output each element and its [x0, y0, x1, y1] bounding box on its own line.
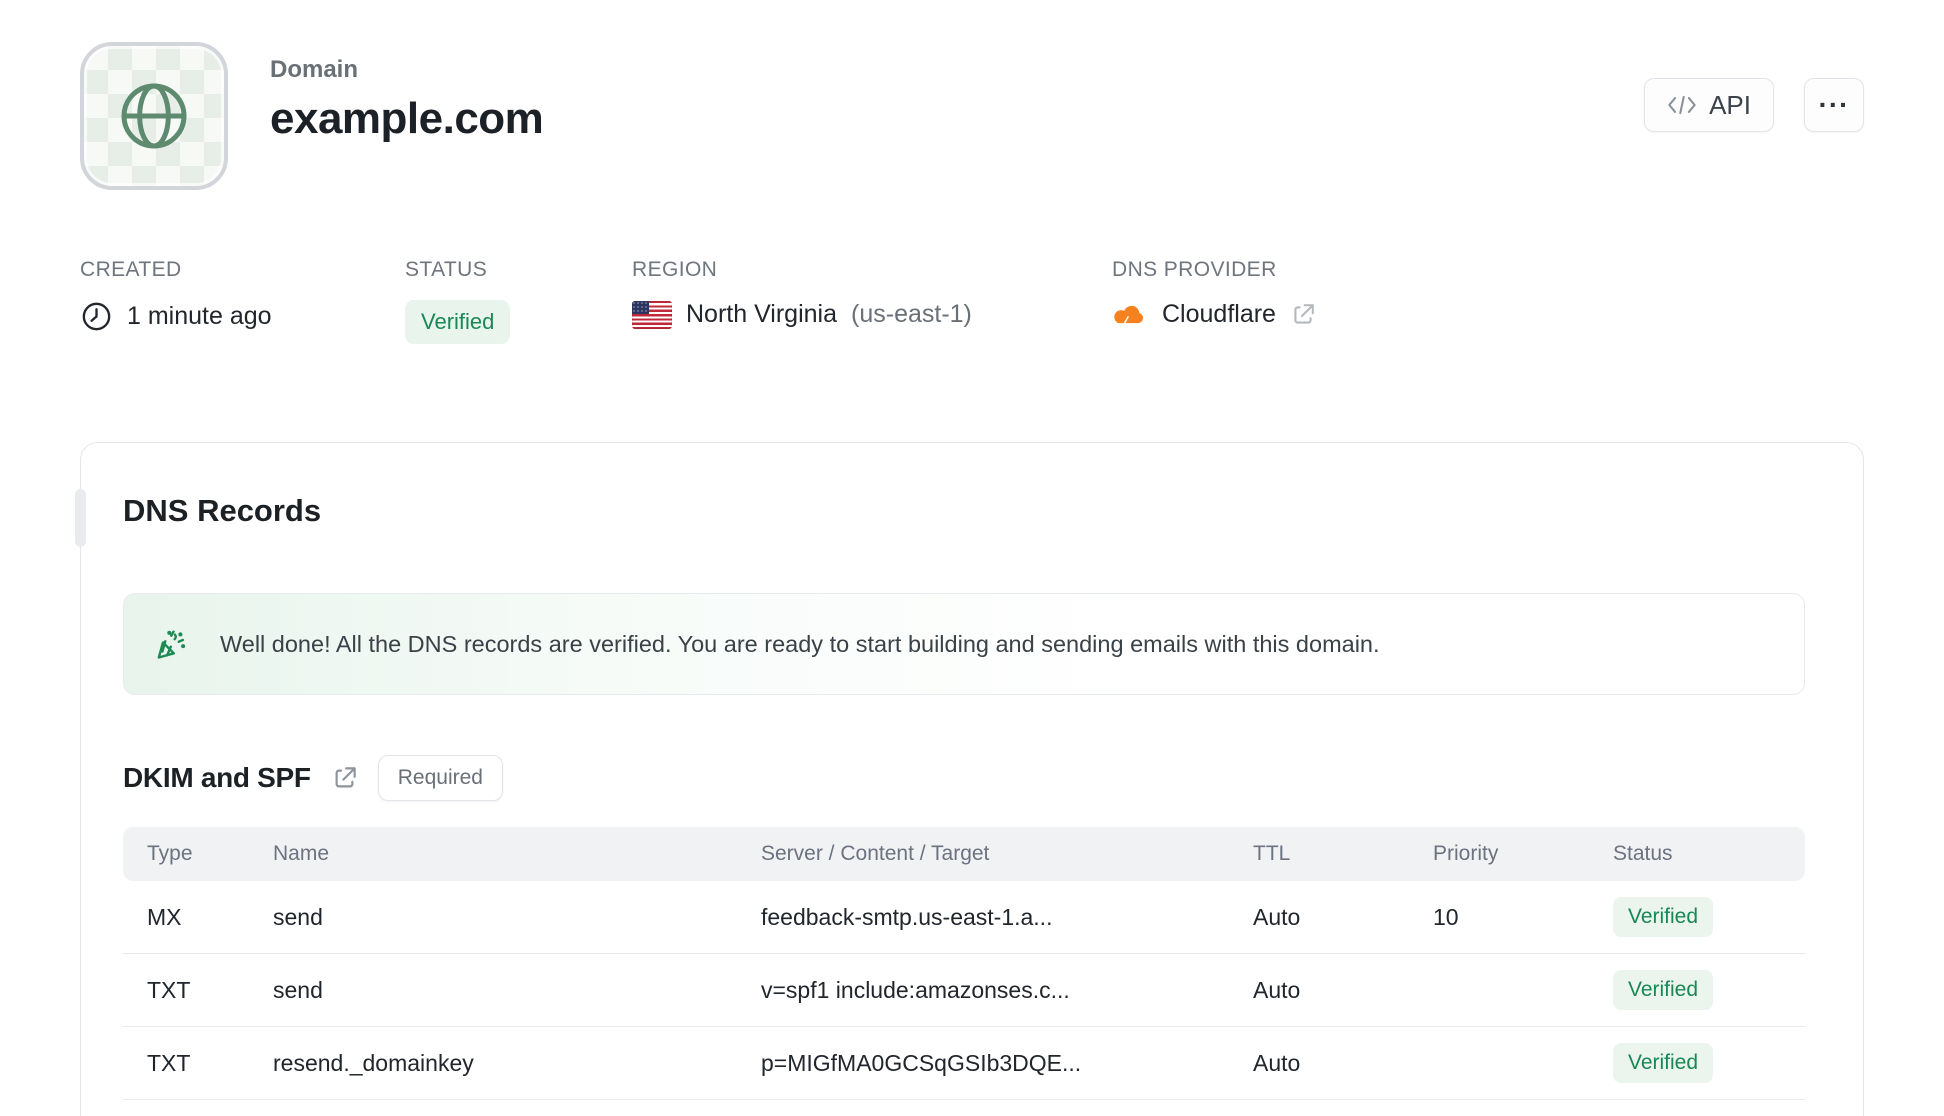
dns-records-title: DNS Records: [123, 493, 322, 528]
record-type: MX: [147, 903, 182, 930]
domain-avatar: [80, 42, 228, 190]
title-block: Domain example.com: [270, 56, 544, 144]
col-header-priority: Priority: [1433, 842, 1499, 865]
col-header-type: Type: [147, 842, 193, 865]
table-row: TXT send v=spf1 include:amazonses.c... A…: [123, 954, 1805, 1027]
us-flag-icon: [632, 300, 672, 329]
dns-provider-value[interactable]: Cloudflare: [1162, 300, 1276, 329]
record-content: feedback-smtp.us-east-1.a...: [761, 903, 1053, 930]
record-content: p=MIGfMA0GCSqGSIb3DQE...: [761, 1049, 1082, 1076]
record-ttl: Auto: [1253, 903, 1301, 930]
api-button[interactable]: API: [1644, 78, 1774, 132]
meta-created: CREATED 1 minute ago: [80, 258, 405, 344]
record-ttl: Auto: [1253, 976, 1301, 1003]
region-value: North Virginia: [686, 300, 838, 328]
dkim-spf-title: DKIM and SPF: [123, 762, 311, 793]
record-status-badge: Verified: [1613, 897, 1714, 937]
status-badge: Verified: [405, 300, 511, 344]
record-content: v=spf1 include:amazonses.c...: [761, 976, 1070, 1003]
domain-detail-page: Domain example.com API ··· CREATED 1 min…: [0, 42, 1944, 1116]
record-name: send: [273, 976, 323, 1003]
col-header-status: Status: [1613, 842, 1673, 865]
region-code: (us-east-1): [851, 300, 972, 328]
page-kicker: Domain: [270, 56, 359, 83]
page-title: example.com: [270, 94, 544, 143]
meta-dns-provider: DNS PROVIDER Cloudflare: [1112, 258, 1316, 344]
domain-meta: CREATED 1 minute ago STATUS Verified REG…: [80, 258, 1864, 344]
dns-records-card: DNS Records Well done! All the DNS recor…: [75, 442, 1864, 1116]
meta-status: STATUS Verified: [405, 258, 632, 344]
created-value: 1 minute ago: [127, 302, 272, 330]
cloudflare-icon: [1112, 302, 1148, 328]
ellipsis-icon: ···: [1818, 89, 1850, 120]
record-type: TXT: [147, 1049, 191, 1076]
record-status-badge: Verified: [1613, 970, 1714, 1010]
success-banner: Well done! All the DNS records are verif…: [123, 593, 1805, 695]
region-label: REGION: [632, 258, 718, 281]
record-ttl: Auto: [1253, 1049, 1301, 1076]
status-label: STATUS: [405, 258, 488, 281]
record-name: send: [273, 903, 323, 930]
table-row: TXT resend._domainkey p=MIGfMA0GCSqGSIb3…: [123, 1027, 1805, 1100]
table-row: MX send feedback-smtp.us-east-1.a... Aut…: [123, 881, 1805, 954]
success-banner-text: Well done! All the DNS records are verif…: [220, 630, 1380, 657]
table-header-row: Type Name Server / Content / Target TTL …: [123, 827, 1805, 881]
globe-icon: [114, 76, 194, 156]
record-name: resend._domainkey: [273, 1049, 474, 1076]
dns-provider-label: DNS PROVIDER: [1112, 258, 1277, 281]
record-status-badge: Verified: [1613, 1043, 1714, 1083]
external-link-icon[interactable]: [331, 765, 358, 792]
col-header-ttl: TTL: [1253, 842, 1291, 865]
dkim-spf-section-header: DKIM and SPF Required: [123, 755, 1805, 801]
card-scroll-pill: [75, 489, 86, 547]
col-header-content: Server / Content / Target: [761, 842, 990, 865]
col-header-name: Name: [273, 842, 330, 865]
external-link-icon[interactable]: [1290, 302, 1316, 328]
api-button-label: API: [1709, 89, 1751, 120]
clock-icon: [80, 300, 113, 333]
dns-records-table: Type Name Server / Content / Target TTL …: [123, 827, 1805, 1100]
meta-region: REGION North Virginia (us-east-1): [632, 258, 1112, 344]
code-icon: [1667, 92, 1697, 118]
created-label: CREATED: [80, 258, 182, 281]
page-header: Domain example.com API ···: [80, 42, 1864, 190]
record-type: TXT: [147, 976, 191, 1003]
party-popper-icon: [154, 626, 190, 662]
more-options-button[interactable]: ···: [1804, 78, 1864, 132]
header-actions: API ···: [1644, 78, 1864, 132]
record-priority: 10: [1433, 903, 1459, 930]
required-badge: Required: [377, 755, 503, 801]
